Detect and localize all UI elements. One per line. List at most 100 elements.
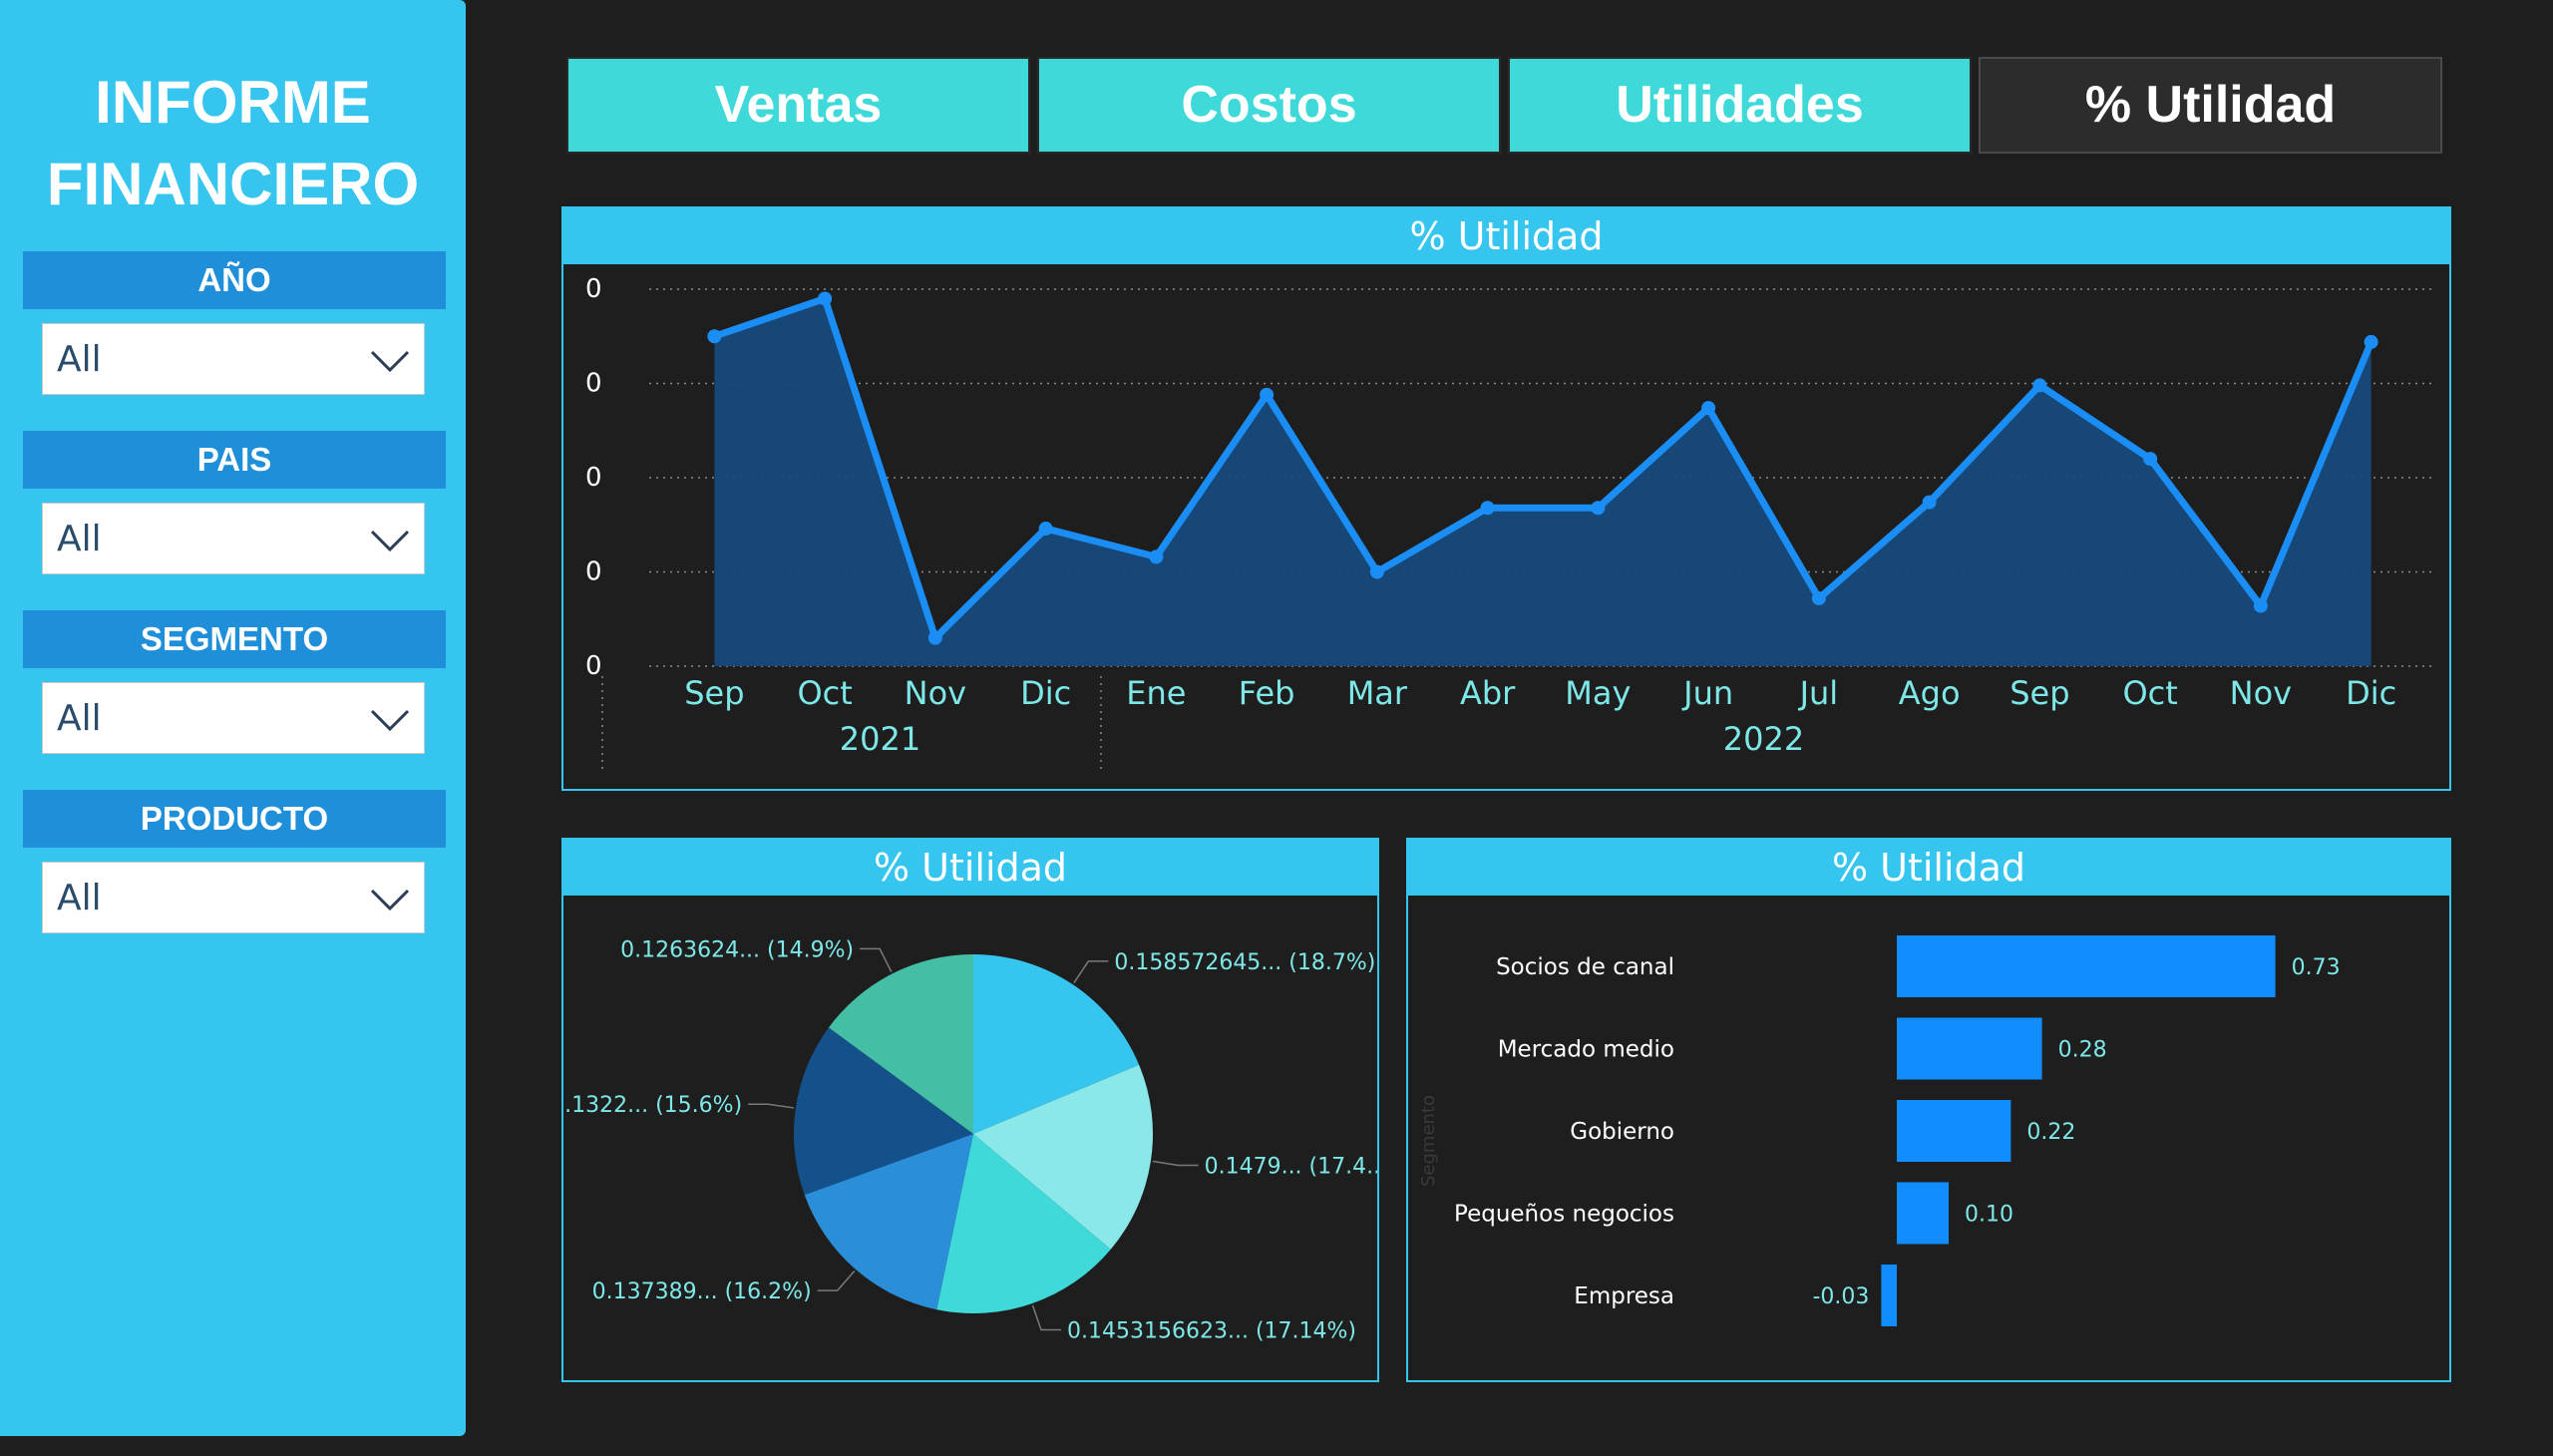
pie-leader-line bbox=[748, 1103, 794, 1109]
x-tick-label: Oct bbox=[797, 674, 852, 712]
data-point bbox=[1591, 501, 1606, 516]
bar-value-label: 0.10 bbox=[1965, 1203, 2013, 1228]
y-tick-label: 0 bbox=[585, 369, 602, 399]
bar-value-label: 0.28 bbox=[2058, 1038, 2107, 1063]
bar-category-label: Mercado medio bbox=[1498, 1037, 1674, 1063]
year-group-label: 2021 bbox=[840, 720, 920, 758]
filter-label-segment: SEGMENTO bbox=[23, 610, 446, 668]
x-tick-label: Abr bbox=[1460, 674, 1516, 712]
data-point bbox=[1038, 522, 1053, 537]
y-tick-label: 0 bbox=[585, 463, 602, 493]
tab-costos[interactable]: Costos bbox=[1037, 57, 1501, 154]
pie-leader-line bbox=[1152, 1160, 1199, 1167]
segment-dropdown[interactable]: All bbox=[42, 682, 425, 754]
pie-chart-title: % Utilidad bbox=[563, 840, 1377, 896]
pie-leader-line bbox=[1073, 960, 1109, 983]
x-tick-label: Jul bbox=[1798, 674, 1839, 712]
tab-ventas[interactable]: Ventas bbox=[566, 57, 1030, 154]
product-dropdown-value: All bbox=[57, 878, 102, 918]
x-tick-label: Nov bbox=[905, 674, 966, 712]
product-dropdown[interactable]: All bbox=[42, 862, 425, 933]
report-title-line1: INFORME bbox=[95, 69, 371, 136]
report-title-line2: FINANCIERO bbox=[46, 151, 420, 217]
pie-chart: 0.158572645... (18.7%) 0.1479... (17.4...… bbox=[563, 937, 1377, 1344]
bar bbox=[1897, 1100, 2011, 1162]
bar bbox=[1897, 935, 2276, 997]
data-point bbox=[818, 291, 833, 306]
x-tick-label: Nov bbox=[2230, 674, 2292, 712]
pie-slice-label: 0.158572645... (18.7%) bbox=[1114, 950, 1375, 975]
x-tick-label: Feb bbox=[1239, 674, 1295, 712]
bar bbox=[1897, 1017, 2042, 1080]
chevron-down-icon bbox=[370, 889, 410, 911]
bar-chart: Segmento Socios de canal 0.73 Mercado medio… bbox=[1418, 935, 2341, 1326]
bar-value-label: -0.03 bbox=[1812, 1284, 1869, 1309]
country-dropdown-value: All bbox=[57, 519, 102, 559]
pie-slice-label: 0.137389... (16.2%) bbox=[592, 1279, 812, 1304]
data-point bbox=[2253, 598, 2268, 613]
data-point bbox=[1149, 549, 1164, 564]
data-point bbox=[927, 630, 942, 645]
country-dropdown[interactable]: All bbox=[42, 503, 425, 574]
data-point bbox=[707, 329, 722, 344]
pie-slice-label: 0.1322... (15.6%) bbox=[563, 1093, 742, 1118]
pie-leader-line bbox=[860, 947, 893, 972]
pie-slice-label: 0.1453156623... (17.14%) bbox=[1067, 1319, 1356, 1344]
year-dropdown-value: All bbox=[57, 339, 102, 380]
y-tick-label: 0 bbox=[585, 274, 602, 304]
x-tick-label: Mar bbox=[1347, 674, 1408, 712]
data-point bbox=[1922, 495, 1937, 510]
pie-chart-panel: % Utilidad 0.158572645... (18.7%) 0.1479.… bbox=[561, 838, 1379, 1382]
x-tick-label: Oct bbox=[2122, 674, 2177, 712]
year-group-label: 2022 bbox=[1723, 720, 1804, 758]
y-tick-label: 0 bbox=[585, 557, 602, 587]
x-tick-label: Sep bbox=[684, 674, 744, 712]
bar-category-label: Gobierno bbox=[1570, 1119, 1674, 1145]
line-chart-panel: % Utilidad 0 0 0 0 0 Sep Oct Nov Dic Ene Feb Mar Abr… bbox=[561, 206, 2451, 791]
data-point bbox=[1260, 387, 1275, 402]
x-tick-label: May bbox=[1565, 674, 1631, 712]
tab-utilidades[interactable]: Utilidades bbox=[1508, 57, 1972, 154]
sidebar: INFORME FINANCIERO AÑO All PAIS All SEGM… bbox=[0, 0, 466, 1436]
segment-dropdown-value: All bbox=[57, 698, 102, 739]
chevron-down-icon bbox=[370, 530, 410, 552]
x-tick-label: Dic bbox=[2346, 674, 2396, 712]
data-point bbox=[1701, 401, 1716, 416]
x-tick-label: Ago bbox=[1899, 674, 1961, 712]
bar-chart-title: % Utilidad bbox=[1408, 840, 2449, 896]
chevron-down-icon bbox=[370, 709, 410, 732]
report-title: INFORME FINANCIERO bbox=[0, 62, 466, 225]
y-axis-title: Segmento bbox=[1418, 1095, 1439, 1187]
bar-category-label: Socios de canal bbox=[1496, 954, 1674, 980]
bar-value-label: 0.22 bbox=[2026, 1120, 2075, 1145]
data-point bbox=[1811, 590, 1826, 605]
line-chart-title: % Utilidad bbox=[563, 208, 2449, 264]
x-tick-label: Sep bbox=[2009, 674, 2069, 712]
tab-porcentaje-utilidad[interactable]: % Utilidad bbox=[1979, 57, 2442, 154]
x-tick-label: Jun bbox=[1681, 674, 1733, 712]
bar-value-label: 0.73 bbox=[2292, 955, 2341, 980]
chevron-down-icon bbox=[370, 350, 410, 373]
filter-label-country: PAIS bbox=[23, 431, 446, 489]
bar bbox=[1897, 1182, 1949, 1245]
bar bbox=[1881, 1265, 1897, 1326]
data-point bbox=[2143, 452, 2158, 467]
bar-chart-panel: % Utilidad Segmento Socios de canal 0.73 Me… bbox=[1406, 838, 2451, 1382]
bar-category-label: Empresa bbox=[1574, 1283, 1674, 1309]
x-tick-label: Dic bbox=[1020, 674, 1071, 712]
data-point bbox=[2032, 378, 2047, 393]
pie-leader-line bbox=[817, 1270, 856, 1291]
y-tick-label: 0 bbox=[585, 651, 602, 681]
filter-label-product: PRODUCTO bbox=[23, 790, 446, 848]
bar-category-label: Pequeños negocios bbox=[1454, 1202, 1674, 1228]
pie-slice-label: 0.1263624... (14.9%) bbox=[620, 937, 854, 962]
data-point bbox=[2364, 334, 2378, 349]
year-dropdown[interactable]: All bbox=[42, 323, 425, 395]
filter-label-year: AÑO bbox=[23, 251, 446, 309]
x-tick-label: Ene bbox=[1126, 674, 1186, 712]
line-chart: 0 0 0 0 0 Sep Oct Nov Dic Ene Feb Mar Abr May Jun Jul Ag… bbox=[585, 274, 2436, 771]
pie-slice-label: 0.1479... (17.4...) bbox=[1205, 1154, 1377, 1179]
pie-leader-line bbox=[1031, 1304, 1062, 1331]
data-point bbox=[1369, 564, 1384, 579]
data-point bbox=[1480, 501, 1495, 516]
